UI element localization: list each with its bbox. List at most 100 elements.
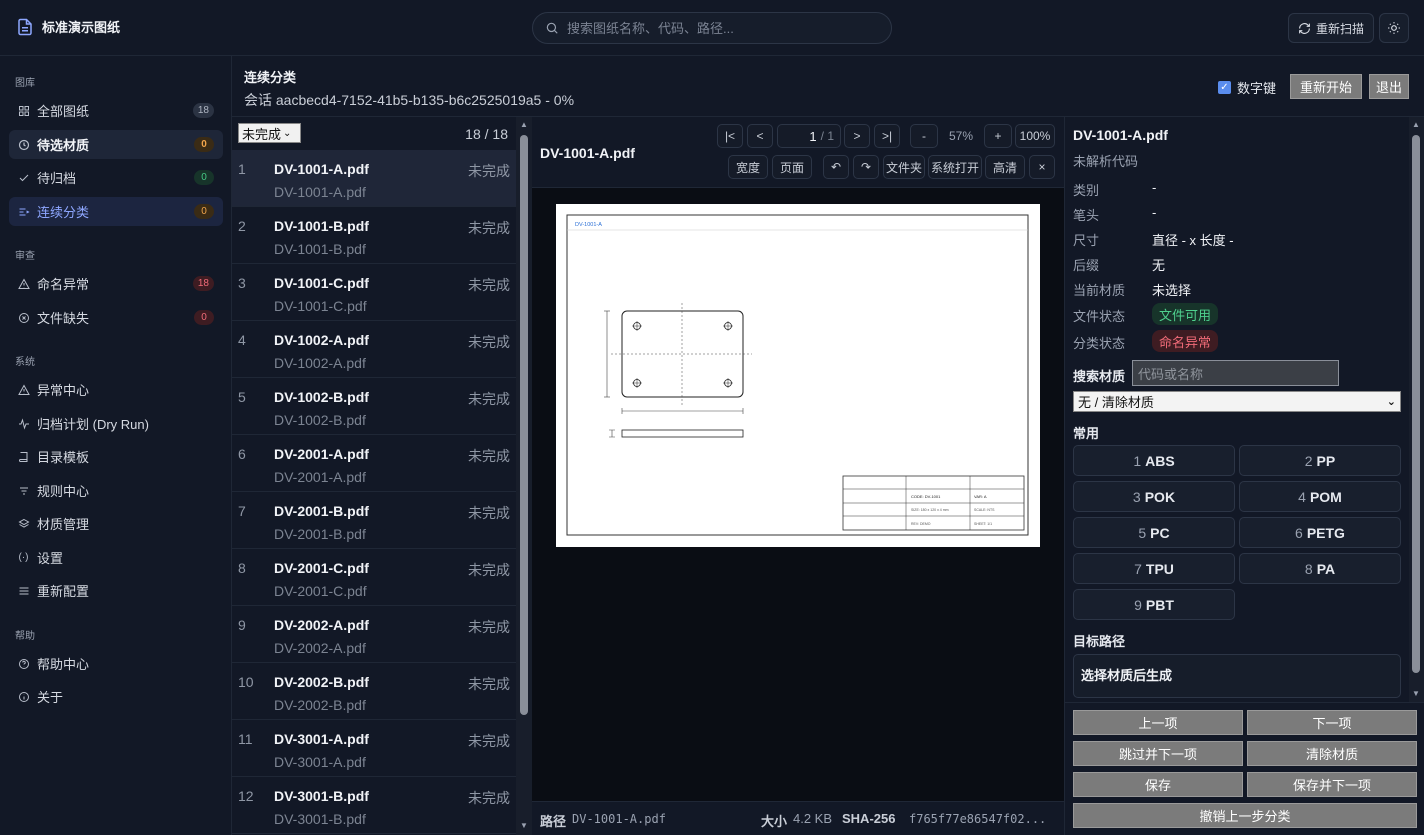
theme-toggle-button[interactable] [1379, 13, 1409, 43]
file-name: DV-1002-B.pdf [274, 389, 369, 405]
next-page-button[interactable]: > [844, 124, 870, 148]
rotate-right-button[interactable]: ↷ [853, 155, 879, 179]
sidebar-item-rule-center[interactable]: 规则中心 [9, 476, 223, 505]
status-filter-select[interactable]: 未完成 ⌄ [238, 123, 301, 143]
sidebar-item-pending-material[interactable]: 待选材质 0 [9, 130, 223, 159]
sidebar-item-error-center[interactable]: 异常中心 [9, 375, 223, 404]
material-button-pp[interactable]: 2 PP [1239, 445, 1401, 476]
sidebar-item-about[interactable]: 关于 [9, 682, 223, 711]
title-block [842, 475, 1025, 531]
app-brand[interactable]: 标准演示图纸 [16, 17, 120, 36]
file-list-item[interactable]: 9 DV-2002-A.pdf DV-2002-A.pdf 未完成 [232, 606, 516, 663]
rotate-left-button[interactable]: ↶ [823, 155, 849, 179]
zoom-reset-button[interactable]: 100% [1015, 124, 1055, 148]
file-name: DV-1001-A.pdf [274, 161, 369, 177]
close-viewer-button[interactable]: × [1029, 155, 1055, 179]
page-current: 1 [809, 128, 817, 144]
file-list-item[interactable]: 11 DV-3001-A.pdf DV-3001-A.pdf 未完成 [232, 720, 516, 777]
first-page-button[interactable]: |< [717, 124, 743, 148]
file-list-item[interactable]: 10 DV-2002-B.pdf DV-2002-B.pdf 未完成 [232, 663, 516, 720]
file-index: 2 [238, 218, 246, 234]
sidebar-item-material-management[interactable]: 材质管理 [9, 509, 223, 538]
file-list-item[interactable]: 12 DV-3001-B.pdf DV-3001-B.pdf 未完成 [232, 777, 516, 834]
scroll-up-icon[interactable]: ▲ [1412, 120, 1420, 129]
sidebar-item-reconfigure[interactable]: 重新配置 [9, 576, 223, 605]
target-path-label: 目标路径 [1073, 634, 1126, 649]
search-box[interactable] [532, 12, 892, 44]
last-page-button[interactable]: >| [874, 124, 900, 148]
hd-button[interactable]: 高清 [985, 155, 1025, 179]
material-button-pbt[interactable]: 9 PBT [1073, 589, 1235, 620]
sidebar-item-naming-errors[interactable]: 命名异常 18 [9, 269, 223, 298]
undo-classify-button[interactable]: 撤销上一步分类 [1073, 803, 1417, 828]
search-icon [546, 22, 558, 34]
clear-material-button[interactable]: 清除材质 [1247, 741, 1417, 766]
file-list-item[interactable]: 7 DV-2001-B.pdf DV-2001-B.pdf 未完成 [232, 492, 516, 549]
next-item-button[interactable]: 下一项 [1247, 710, 1417, 735]
drawing-page: DV-1001-A CODE: DV-1001 VAR: A SIZE: 180… [556, 204, 1040, 547]
file-subname: DV-1002-A.pdf [274, 355, 366, 371]
zoom-out-button[interactable]: - [910, 124, 938, 148]
sidebar-item-pending-archive[interactable]: 待归档 0 [9, 163, 223, 192]
file-list-item[interactable]: 8 DV-2001-C.pdf DV-2001-C.pdf 未完成 [232, 549, 516, 606]
file-name: DV-2001-C.pdf [274, 560, 369, 576]
save-next-button[interactable]: 保存并下一项 [1247, 772, 1417, 797]
numkey-checkbox[interactable]: ✓ [1218, 81, 1231, 94]
file-list-scrollbar[interactable]: ▲ ▼ [516, 117, 532, 835]
save-button[interactable]: 保存 [1073, 772, 1243, 797]
file-list-item[interactable]: 4 DV-1002-A.pdf DV-1002-A.pdf 未完成 [232, 321, 516, 378]
numkey-toggle[interactable]: ✓ 数字键 [1218, 78, 1276, 97]
material-button-pom[interactable]: 4 POM [1239, 481, 1401, 512]
zoom-in-button[interactable]: + [984, 124, 1012, 148]
file-list-item[interactable]: 5 DV-1002-B.pdf DV-1002-B.pdf 未完成 [232, 378, 516, 435]
material-shortcut-key: 8 [1304, 560, 1313, 577]
file-list-item[interactable]: 3 DV-1001-C.pdf DV-1001-C.pdf 未完成 [232, 264, 516, 321]
prev-page-button[interactable]: < [747, 124, 773, 148]
fit-page-button[interactable]: 页面 [772, 155, 812, 179]
material-button-tpu[interactable]: 7 TPU [1073, 553, 1235, 584]
drawing-header-text: DV-1001-A [575, 222, 602, 228]
rescan-button[interactable]: 重新扫描 [1288, 13, 1374, 43]
layers-icon [17, 517, 30, 530]
file-list-item[interactable]: 2 DV-1001-B.pdf DV-1001-B.pdf 未完成 [232, 207, 516, 264]
skip-next-button[interactable]: 跳过并下一项 [1073, 741, 1243, 766]
detail-scrollbar[interactable]: ▲ ▼ [1409, 117, 1424, 702]
scroll-down-icon[interactable]: ▼ [1412, 689, 1420, 698]
sidebar-item-missing-files[interactable]: 文件缺失 0 [9, 303, 223, 332]
exit-button[interactable]: 退出 [1369, 74, 1409, 99]
system-open-button[interactable]: 系统打开 [928, 155, 982, 179]
material-name: PP [1316, 452, 1336, 469]
material-search-placeholder: 代码或名称 [1138, 366, 1204, 382]
prev-item-button[interactable]: 上一项 [1073, 710, 1243, 735]
file-subname: DV-2001-B.pdf [274, 526, 366, 542]
scrollbar-thumb[interactable] [520, 135, 528, 715]
material-name: PETG [1306, 524, 1345, 541]
material-select[interactable]: 无 / 清除材质 ⌄ [1073, 391, 1401, 412]
file-list-item[interactable]: 1 DV-1001-A.pdf DV-1001-A.pdf 未完成 [232, 150, 516, 207]
fit-width-button[interactable]: 宽度 [728, 155, 768, 179]
scroll-up-icon[interactable]: ▲ [520, 120, 528, 129]
sidebar-item-directory-template[interactable]: 目录模板 [9, 442, 223, 471]
sidebar-item-settings[interactable]: (·) 设置 [9, 543, 223, 572]
path-label: 路径 [540, 814, 567, 829]
scroll-down-icon[interactable]: ▼ [520, 821, 528, 830]
material-button-pa[interactable]: 8 PA [1239, 553, 1401, 584]
search-input[interactable] [567, 20, 867, 36]
material-button-abs[interactable]: 1 ABS [1073, 445, 1235, 476]
material-shortcut-key: 6 [1295, 524, 1303, 541]
sidebar-item-all-drawings[interactable]: 全部图纸 18 [9, 96, 223, 125]
material-button-pc[interactable]: 5 PC [1073, 517, 1235, 548]
field-value: - [1152, 205, 1157, 220]
sidebar-item-continuous-classify[interactable]: 连续分类 0 [9, 197, 223, 226]
sidebar-item-archive-plan[interactable]: 归档计划 (Dry Run) [9, 409, 223, 438]
scrollbar-thumb[interactable] [1412, 135, 1420, 673]
sidebar-item-help-center[interactable]: 帮助中心 [9, 649, 223, 678]
material-button-pok[interactable]: 3 POK [1073, 481, 1235, 512]
restart-button[interactable]: 重新开始 [1290, 74, 1362, 99]
chevron-down-icon: ⌄ [283, 127, 292, 139]
page-number-field[interactable]: 1 / 1 [777, 124, 841, 148]
material-button-petg[interactable]: 6 PETG [1239, 517, 1401, 548]
open-folder-button[interactable]: 文件夹 [883, 155, 925, 179]
material-search-input[interactable]: 代码或名称 [1132, 360, 1339, 386]
file-list-item[interactable]: 6 DV-2001-A.pdf DV-2001-A.pdf 未完成 [232, 435, 516, 492]
